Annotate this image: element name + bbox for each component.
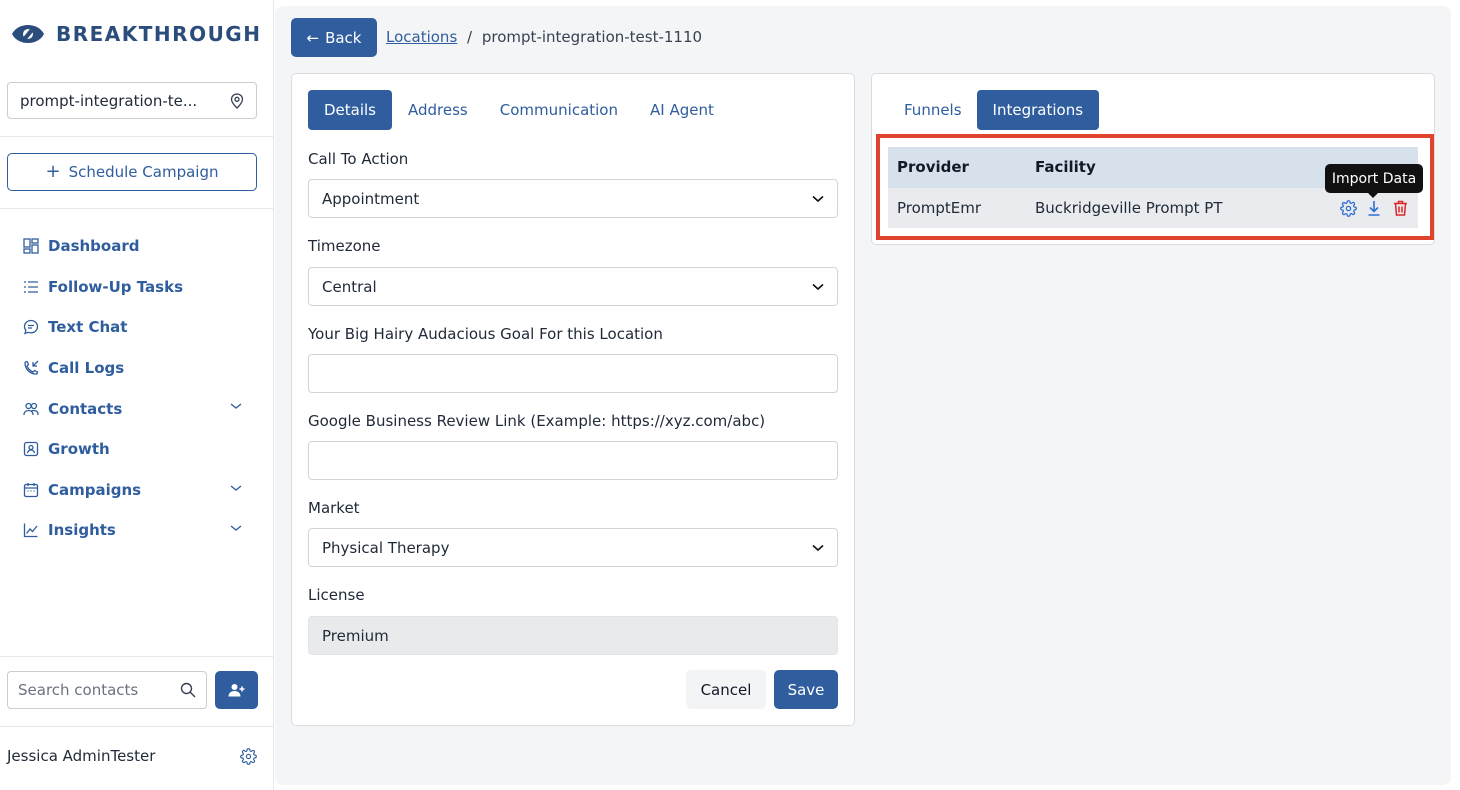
schedule-campaign-label: Schedule Campaign [68,163,219,181]
nav-item-label: Contacts [48,399,123,418]
nav-item-label: Campaigns [48,480,142,499]
location-select[interactable]: prompt-integration-te... [7,82,257,119]
back-button-label: Back [325,28,362,47]
breadcrumb-current: prompt-integration-test-1110 [481,28,703,46]
chart-line-icon [22,521,40,539]
sidebar-divider [0,726,274,727]
sidebar-nav: Dashboard Follow-Up Tasks Text Chat Call… [22,226,252,551]
dashboard-icon [22,237,40,255]
review-link-label: Google Business Review Link (Example: ht… [308,412,766,430]
tab-ai-agent[interactable]: AI Agent [634,90,730,130]
calendar-icon [22,481,40,499]
timezone-value: Central [322,277,377,296]
market-label: Market [308,499,360,517]
nav-item-label: Insights [48,521,116,540]
chevron-down-icon [812,544,824,551]
gear-icon[interactable] [240,748,257,765]
timezone-label: Timezone [308,237,381,255]
cancel-button[interactable]: Cancel [686,670,766,709]
breakthrough-logo-icon [12,25,44,43]
nav-item-contacts[interactable]: Contacts [22,388,252,429]
chevron-down-icon [812,195,824,202]
sidebar-divider [0,656,274,657]
call-to-action-select[interactable]: Appointment [308,179,838,218]
nav-item-text-chat[interactable]: Text Chat [22,307,252,348]
sidebar-divider [0,136,274,137]
brand-name: BREAKTHROUGH [56,22,262,46]
sidebar: BREAKTHROUGH prompt-integration-te... + … [0,0,274,790]
nav-item-label: Growth [48,440,110,459]
import-data-tooltip: Import Data [1325,164,1423,198]
schedule-campaign-button[interactable]: + Schedule Campaign [7,153,257,191]
nav-item-label: Call Logs [48,359,125,378]
chevron-down-icon [812,283,824,290]
nav-item-campaigns[interactable]: Campaigns [22,470,252,511]
search-contacts-input[interactable] [18,681,168,699]
license-value: Premium [322,626,389,645]
market-value: Physical Therapy [322,538,450,557]
breadcrumb-separator: / [467,28,473,46]
brand-logo[interactable]: BREAKTHROUGH [10,20,261,48]
user-name: Jessica AdminTester [7,747,156,765]
back-button[interactable]: ← Back [291,18,377,57]
funnels-integrations-tabs: Funnels Integrations [888,90,1100,130]
tab-integrations[interactable]: Integrations [976,90,1100,130]
plus-icon: + [45,161,61,182]
breadcrumb: Locations / prompt-integration-test-1110 [386,28,702,46]
search-contacts-box[interactable] [7,671,207,709]
nav-item-dashboard[interactable]: Dashboard [22,226,252,267]
search-icon[interactable] [180,682,196,698]
timezone-select[interactable]: Central [308,267,838,306]
review-link-input[interactable] [308,441,838,480]
list-icon [22,278,40,296]
goal-input[interactable] [308,354,838,393]
tab-address[interactable]: Address [392,90,484,130]
nav-item-label: Follow-Up Tasks [48,277,184,296]
nav-item-follow-up-tasks[interactable]: Follow-Up Tasks [22,267,252,308]
nav-item-call-logs[interactable]: Call Logs [22,348,252,389]
chat-icon [22,318,40,336]
license-label: License [308,586,365,604]
tab-details[interactable]: Details [308,90,393,130]
nav-item-growth[interactable]: Growth [22,429,252,470]
chevron-down-icon[interactable] [230,484,242,492]
nav-item-label: Dashboard [48,237,140,256]
call-to-action-value: Appointment [322,189,420,208]
goal-label: Your Big Hairy Audacious Goal For this L… [308,325,663,343]
tab-funnels[interactable]: Funnels [888,90,978,130]
location-select-value: prompt-integration-te... [20,91,198,110]
growth-icon [22,440,40,458]
chevron-down-icon[interactable] [230,524,242,532]
chevron-down-icon[interactable] [230,402,242,410]
contacts-icon [22,400,40,418]
nav-item-insights[interactable]: Insights [22,510,252,551]
sidebar-divider [0,208,274,209]
add-contact-button[interactable] [215,671,258,709]
breadcrumb-locations-link[interactable]: Locations [386,28,457,46]
nav-item-label: Text Chat [48,318,128,337]
details-tabs: Details Address Communication AI Agent [308,90,730,130]
add-user-icon [228,684,244,697]
map-pin-icon [230,92,244,109]
license-field: Premium [308,616,838,655]
tab-communication[interactable]: Communication [484,90,634,130]
save-button[interactable]: Save [774,670,838,709]
market-select[interactable]: Physical Therapy [308,528,838,567]
phone-icon [22,359,40,377]
call-to-action-label: Call To Action [308,150,409,168]
arrow-left-icon: ← [306,28,320,47]
